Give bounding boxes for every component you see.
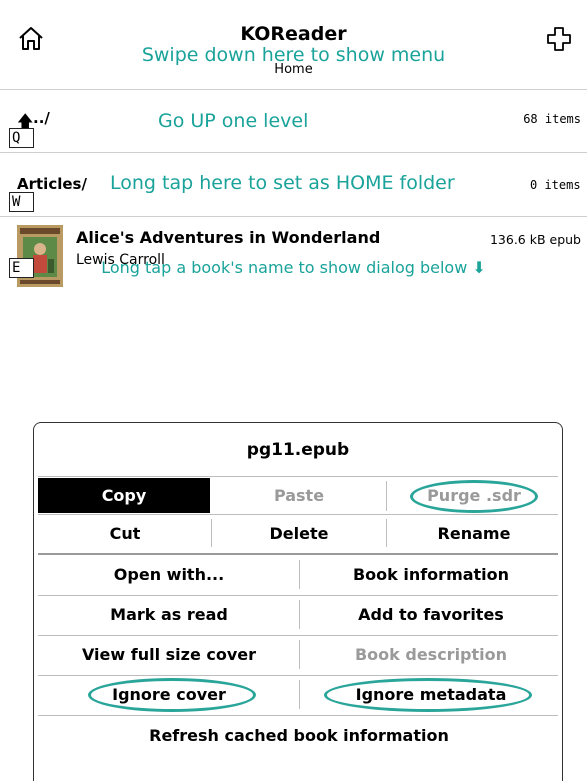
app-title: KOReader bbox=[240, 23, 347, 45]
highlight-ring bbox=[324, 678, 532, 712]
rename-button[interactable]: Rename bbox=[387, 515, 561, 551]
up-folder-label: ../ bbox=[33, 109, 50, 127]
item-count: 68 items bbox=[523, 112, 581, 126]
book-description-button[interactable]: Book description bbox=[300, 636, 562, 673]
delete-button[interactable]: Delete bbox=[212, 515, 386, 551]
key-hint-q: Q bbox=[9, 128, 34, 148]
view-full-size-cover-button[interactable]: View full size cover bbox=[38, 636, 300, 673]
hint-swipe-menu: Swipe down here to show menu bbox=[141, 44, 446, 66]
dialog-title: pg11.epub bbox=[246, 440, 350, 460]
refresh-cached-book-information-button[interactable]: Refresh cached book information bbox=[38, 716, 560, 754]
highlight-ring bbox=[410, 480, 538, 513]
plus-button[interactable] bbox=[544, 24, 574, 54]
book-information-button[interactable]: Book information bbox=[300, 556, 562, 593]
plus-icon bbox=[547, 27, 571, 51]
item-count: 0 items bbox=[530, 178, 581, 192]
hint-long-tap-book: Long tap a book's name to show dialog be… bbox=[101, 258, 486, 277]
copy-button[interactable]: Copy bbox=[38, 478, 210, 513]
paste-button[interactable]: Paste bbox=[212, 478, 386, 513]
dialog-divider bbox=[38, 553, 558, 555]
book-size-format: 136.6 kB epub bbox=[489, 232, 581, 247]
highlight-ring bbox=[88, 678, 256, 712]
hint-set-home: Long tap here to set as HOME folder bbox=[110, 172, 455, 194]
dialog-divider bbox=[38, 476, 558, 477]
folder-name: Articles/ bbox=[17, 175, 87, 193]
key-hint-w: W bbox=[9, 192, 34, 212]
hint-go-up: Go UP one level bbox=[158, 110, 309, 132]
open-with-button[interactable]: Open with... bbox=[38, 556, 300, 593]
mark-as-read-button[interactable]: Mark as read bbox=[38, 596, 300, 633]
file-dialog: pg11.epub Copy Paste Purge .sdr Cut Dele… bbox=[33, 422, 563, 781]
add-to-favorites-button[interactable]: Add to favorites bbox=[300, 596, 562, 633]
book-title: Alice's Adventures in Wonderland bbox=[76, 228, 381, 247]
cut-button[interactable]: Cut bbox=[38, 515, 212, 551]
